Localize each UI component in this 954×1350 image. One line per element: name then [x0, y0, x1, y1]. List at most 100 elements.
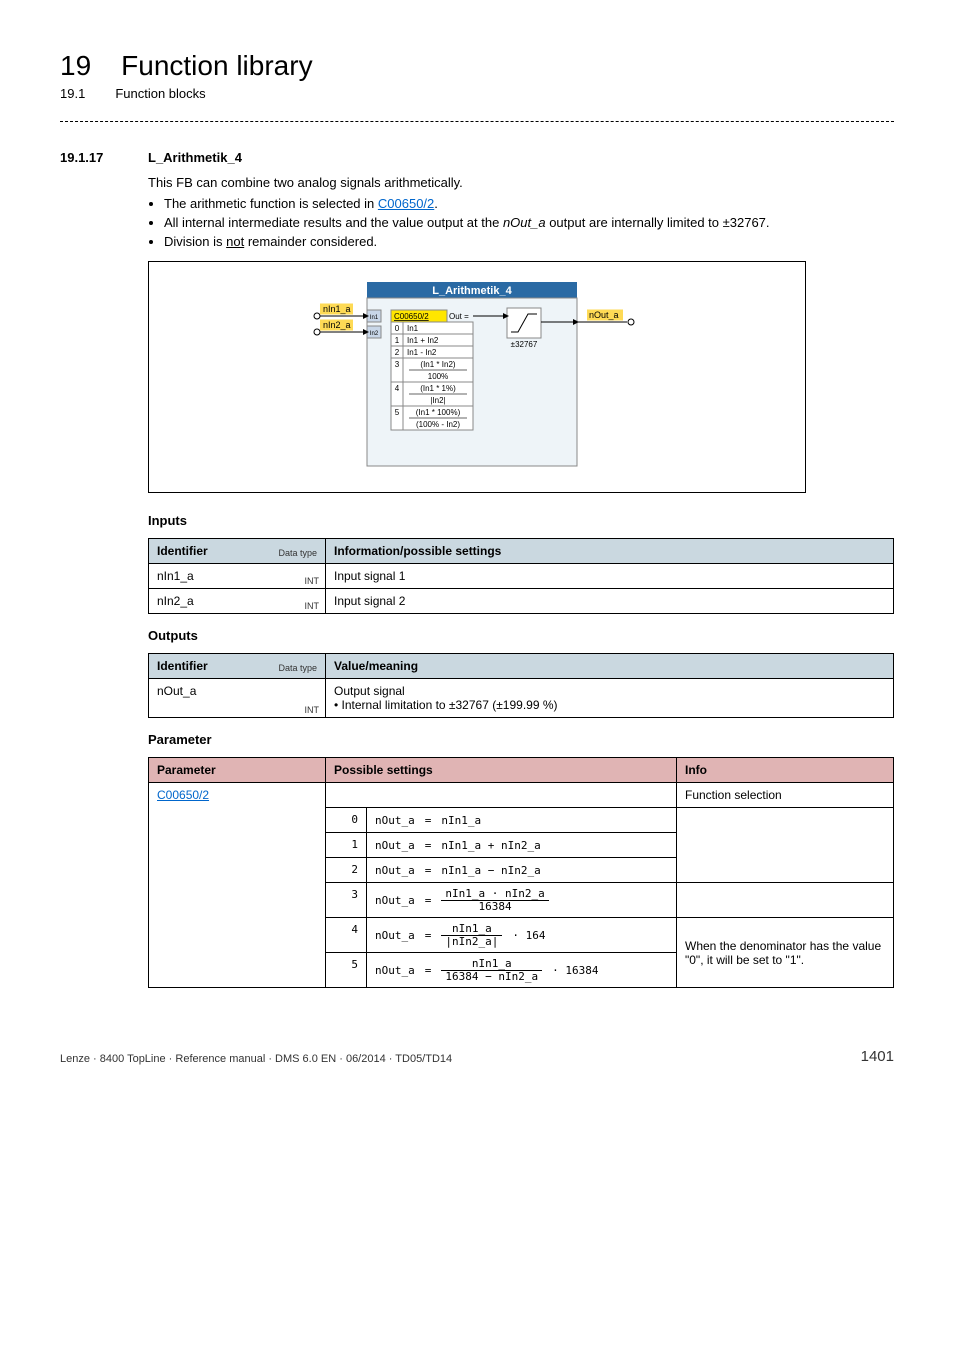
value-line: Output signal — [334, 684, 405, 698]
f-rhs: nIn1_a + nIn2_a — [441, 839, 540, 852]
f-lhs: nOut_a — [375, 839, 415, 852]
id-text: nIn1_a — [157, 569, 194, 583]
id-text: nOut_a — [157, 684, 196, 698]
th-identifier: Identifier Data type — [149, 539, 326, 564]
code-link[interactable]: C00650/2 — [157, 788, 209, 802]
bullet-text: The arithmetic function is selected in — [164, 196, 378, 211]
bullet-text: All internal intermediate results and th… — [164, 215, 503, 230]
page-number: 1401 — [861, 1048, 894, 1065]
frac-num: nIn1_a ⋅ nIn2_a — [441, 888, 548, 901]
cell-num: 2 — [326, 858, 367, 883]
parameter-heading: Parameter — [148, 732, 894, 747]
f-rhs: nIn1_a — [441, 814, 481, 827]
opt-num: 0 — [395, 324, 400, 333]
italic-output-name: nOut_a — [503, 215, 546, 230]
opt-num: 3 — [395, 360, 400, 369]
frac-den: 16384 − nIn2_a — [441, 971, 542, 983]
cell-num: 4 — [326, 918, 367, 953]
opt-text: (100% - In2) — [416, 420, 460, 429]
bullet-arith-fn: The arithmetic function is selected in C… — [164, 196, 894, 211]
cell-info: Input signal 2 — [326, 589, 894, 614]
opt-text: In1 + In2 — [407, 336, 439, 345]
f-mult: ⋅ 16384 — [552, 964, 598, 977]
cell-formula: nOut_a = nIn1_a − nIn2_a — [367, 858, 677, 883]
bullet-text: Division is — [164, 234, 226, 249]
section-title: L_Arithmetik_4 — [148, 150, 242, 165]
label-nout: nOut_a — [589, 310, 619, 320]
label-nin2: nIn2_a — [323, 320, 351, 330]
outputs-table: Identifier Data type Value/meaning nOut_… — [148, 653, 894, 718]
frac-num: nIn1_a — [441, 923, 502, 936]
cell-value: Output signal • Internal limitation to ±… — [326, 679, 894, 718]
equals-icon: = — [425, 814, 432, 827]
th-datatype: Data type — [278, 663, 317, 673]
f-mult: ⋅ 164 — [512, 929, 545, 942]
cell-identifier: nIn1_a INT — [149, 564, 326, 589]
th-datatype: Data type — [278, 548, 317, 558]
id-text: nIn2_a — [157, 594, 194, 608]
datatype: INT — [305, 601, 320, 611]
equals-icon: = — [425, 864, 432, 877]
opt-num: 4 — [395, 384, 400, 393]
section-number: 19.1.17 — [60, 150, 148, 165]
cell-num: 0 — [326, 808, 367, 833]
datatype: INT — [305, 705, 320, 715]
cell-formula: nOut_a = nIn1_a |nIn2_a| ⋅ 164 — [367, 918, 677, 953]
cell-empty — [326, 783, 677, 808]
f-rhs: nIn1_a − nIn2_a — [441, 864, 540, 877]
underlined-word: not — [226, 234, 244, 249]
opt-num: 1 — [395, 336, 400, 345]
cell-num: 5 — [326, 953, 367, 988]
table-row: nOut_a INT Output signal • Internal limi… — [149, 679, 894, 718]
cell-formula: nOut_a = nIn1_a + nIn2_a — [367, 833, 677, 858]
frac-den: 16384 — [441, 901, 548, 913]
code-link[interactable]: C00650/2 — [378, 196, 434, 211]
diagram-code-link[interactable]: C00650/2 — [394, 312, 429, 321]
block-diagram-frame: L_Arithmetik_4 In1 In2 nIn1_a nIn2_a C00… — [148, 261, 806, 493]
cell-note: When the denominator has the value "0", … — [677, 918, 894, 988]
cell-info: Function selection — [677, 783, 894, 808]
cell-formula: nOut_a = nIn1_a — [367, 808, 677, 833]
th-info: Information/possible settings — [326, 539, 894, 564]
bullet-text: . — [434, 196, 438, 211]
cell-identifier: nOut_a INT — [149, 679, 326, 718]
label-nin1: nIn1_a — [323, 304, 351, 314]
intro-text: This FB can combine two analog signals a… — [148, 175, 894, 190]
table-row: nIn1_a INT Input signal 1 — [149, 564, 894, 589]
frac-den: |nIn2_a| — [441, 936, 502, 948]
inputs-table: Identifier Data type Information/possibl… — [148, 538, 894, 614]
equals-icon: = — [425, 964, 432, 977]
subchapter-number: 19.1 — [60, 86, 85, 101]
diagram-title: L_Arithmetik_4 — [432, 285, 512, 297]
opt-num: 2 — [395, 348, 400, 357]
equals-icon: = — [425, 839, 432, 852]
divider — [60, 121, 894, 122]
chapter-number: 19 — [60, 50, 91, 82]
opt-num: 5 — [395, 408, 400, 417]
th-text: Identifier — [157, 659, 208, 673]
cell-formula: nOut_a = nIn1_a 16384 − nIn2_a ⋅ 16384 — [367, 953, 677, 988]
inputs-heading: Inputs — [148, 513, 894, 528]
bullet-limit: All internal intermediate results and th… — [164, 215, 894, 230]
th-param: Parameter — [149, 758, 326, 783]
cell-num: 1 — [326, 833, 367, 858]
subchapter-title: Function blocks — [115, 86, 205, 101]
block-diagram: L_Arithmetik_4 In1 In2 nIn1_a nIn2_a C00… — [297, 280, 657, 470]
cell-info: Input signal 1 — [326, 564, 894, 589]
bullet-text: output are internally limited to ±32767. — [546, 215, 770, 230]
port-in2: In2 — [370, 331, 379, 337]
frac-num: nIn1_a — [441, 958, 542, 971]
chapter-title: Function library — [121, 50, 312, 82]
cell-param: C00650/2 — [149, 783, 326, 988]
th-text: Identifier — [157, 544, 208, 558]
table-row: nIn2_a INT Input signal 2 — [149, 589, 894, 614]
bullet-division: Division is not remainder considered. — [164, 234, 894, 249]
equals-icon: = — [425, 894, 432, 907]
f-lhs: nOut_a — [375, 929, 415, 942]
cell-empty — [677, 808, 894, 883]
opt-text: (In1 * In2) — [420, 360, 455, 369]
f-lhs: nOut_a — [375, 964, 415, 977]
cell-num: 3 — [326, 883, 367, 918]
cell-empty — [677, 883, 894, 918]
opt-text: |In2| — [430, 396, 445, 405]
